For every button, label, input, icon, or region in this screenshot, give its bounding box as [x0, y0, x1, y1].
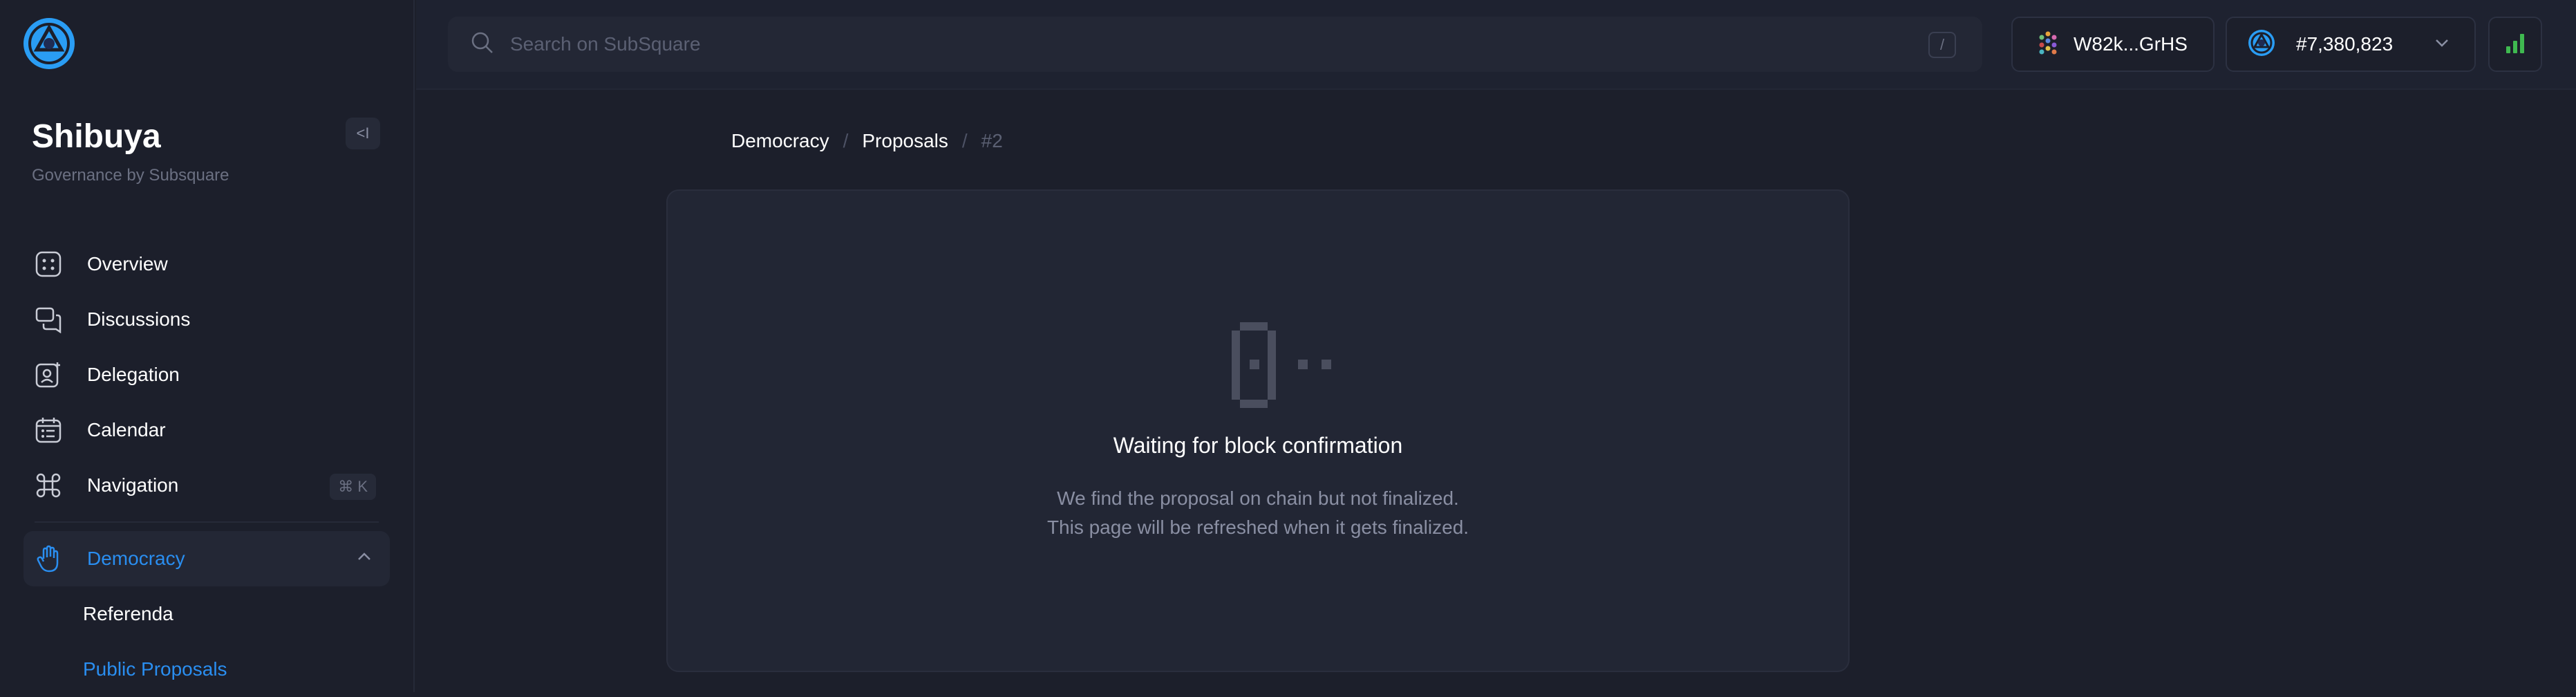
- command-icon: [35, 472, 62, 499]
- account-address: W82k...GrHS: [2074, 33, 2188, 55]
- sidebar-item-label: Navigation: [87, 474, 179, 496]
- chevron-down-icon: [2434, 38, 2450, 51]
- delegation-icon: [35, 361, 62, 389]
- sidebar: Shibuya Governance by Subsquare <I Overv…: [0, 0, 415, 692]
- collapse-sidebar-button[interactable]: <I: [346, 118, 380, 149]
- site-title: Shibuya: [32, 118, 161, 155]
- sidebar-item-label: Delegation: [87, 364, 180, 385]
- hand-icon: [35, 545, 62, 573]
- status-title: Waiting for block confirmation: [1113, 433, 1403, 458]
- chevron-up-icon[interactable]: [357, 552, 372, 565]
- block-number: #7,380,823: [2296, 33, 2394, 55]
- sidebar-divider: [35, 521, 379, 523]
- sidebar-subitem-public-proposals[interactable]: Public Proposals: [23, 642, 390, 697]
- breadcrumb-separator: /: [961, 130, 968, 151]
- search-box[interactable]: /: [448, 17, 1982, 72]
- status-card: Waiting for block confirmation We find t…: [666, 189, 1850, 672]
- breadcrumb-democracy[interactable]: Democracy: [731, 130, 829, 152]
- sidebar-nav: Overview Discussions Delegation Calendar…: [23, 236, 390, 697]
- breadcrumb-current: #2: [981, 130, 1003, 151]
- sidebar-item-overview[interactable]: Overview: [23, 236, 390, 292]
- sidebar-item-navigation[interactable]: Navigation ⌘ K: [23, 458, 390, 513]
- loading-dots-icon: [1226, 322, 1337, 411]
- breadcrumb: Democracy / Proposals / #2: [731, 130, 1003, 152]
- status-line: We find the proposal on chain but not fi…: [1057, 487, 1459, 509]
- search-shortcut-key: /: [1928, 32, 1956, 58]
- discussions-icon: [35, 306, 62, 333]
- search-icon: [470, 30, 495, 59]
- status-line: This page will be refreshed when it gets…: [1046, 517, 1469, 538]
- shortcut-badge: ⌘ K: [330, 474, 376, 500]
- sidebar-item-delegation[interactable]: Delegation: [23, 347, 390, 402]
- status-description: We find the proposal on chain but not fi…: [668, 484, 1848, 542]
- connection-status-button[interactable]: [2488, 17, 2542, 72]
- sidebar-item-calendar[interactable]: Calendar: [23, 402, 390, 458]
- sidebar-item-label: Discussions: [87, 308, 191, 330]
- sidebar-item-label: Overview: [87, 253, 168, 275]
- breadcrumb-separator: /: [843, 130, 849, 151]
- network-logo-icon: [2248, 29, 2275, 60]
- sidebar-item-democracy[interactable]: Democracy: [23, 531, 390, 586]
- logo-icon: [25, 19, 73, 68]
- breadcrumb-proposals[interactable]: Proposals: [862, 130, 948, 152]
- subsquare-logo[interactable]: [23, 18, 75, 69]
- account-button[interactable]: W82k...GrHS: [2011, 17, 2215, 72]
- site-subtitle: Governance by Subsquare: [32, 166, 229, 185]
- signal-strength-icon: [2503, 31, 2527, 58]
- sidebar-subitem-referenda[interactable]: Referenda: [23, 586, 390, 642]
- sidebar-item-label: Calendar: [87, 419, 166, 440]
- network-block-selector[interactable]: #7,380,823: [2226, 17, 2476, 72]
- topbar: / W82k...GrHS #7,380,823: [416, 0, 2576, 90]
- search-input[interactable]: [510, 33, 1823, 55]
- calendar-icon: [35, 416, 62, 444]
- sidebar-item-discussions[interactable]: Discussions: [23, 292, 390, 347]
- account-avatar-icon: [2036, 31, 2060, 58]
- overview-icon: [35, 250, 62, 278]
- sidebar-item-label: Democracy: [87, 548, 185, 569]
